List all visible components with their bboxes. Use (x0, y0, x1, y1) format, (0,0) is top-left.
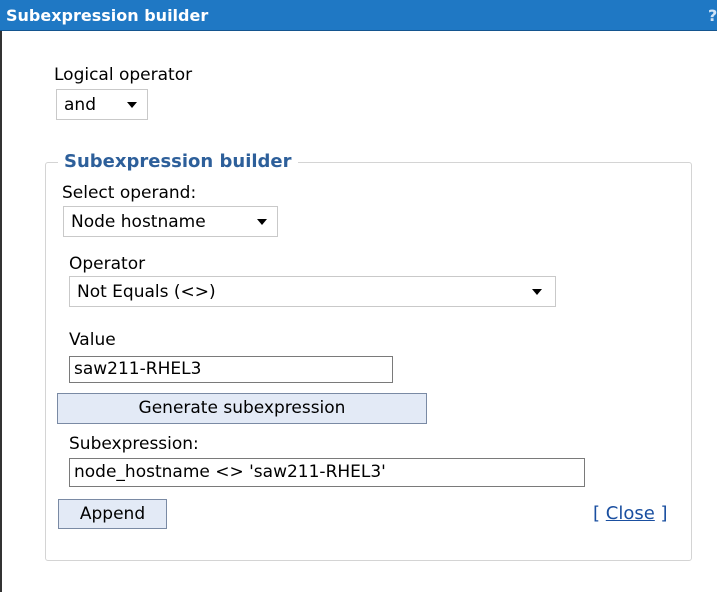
chevron-down-icon (127, 102, 137, 108)
logical-operator-label: Logical operator (54, 65, 193, 85)
operand-value: Node hostname (71, 211, 206, 232)
close-link-group: [ Close ] (593, 503, 668, 524)
select-operand-label: Select operand: (62, 183, 197, 203)
operator-value: Not Equals (<>) (77, 281, 216, 302)
operator-select[interactable]: Not Equals (<>) (69, 276, 556, 307)
title-bar: Subexpression builder ? (0, 0, 717, 31)
close-close-bracket: ] (660, 503, 668, 524)
subexpression-builder-legend: Subexpression builder (58, 151, 298, 172)
chevron-down-icon (532, 289, 542, 295)
subexpression-label: Subexpression: (69, 434, 199, 454)
window-title: Subexpression builder (6, 6, 209, 25)
window-left-border (0, 31, 2, 592)
subexpression-field[interactable]: node_hostname <> 'saw211-RHEL3' (69, 458, 585, 487)
chevron-down-icon (257, 219, 267, 225)
append-button[interactable]: Append (58, 499, 167, 529)
operand-select[interactable]: Node hostname (63, 206, 278, 237)
operator-label: Operator (69, 254, 146, 274)
help-icon[interactable]: ? (708, 6, 717, 25)
value-label: Value (69, 330, 116, 350)
logical-operator-value: and (64, 94, 96, 115)
value-input[interactable]: saw211-RHEL3 (69, 356, 393, 383)
generate-subexpression-button[interactable]: Generate subexpression (57, 393, 427, 424)
logical-operator-select[interactable]: and (56, 89, 148, 120)
close-link[interactable]: Close (606, 503, 655, 524)
close-open-bracket: [ (593, 503, 601, 524)
